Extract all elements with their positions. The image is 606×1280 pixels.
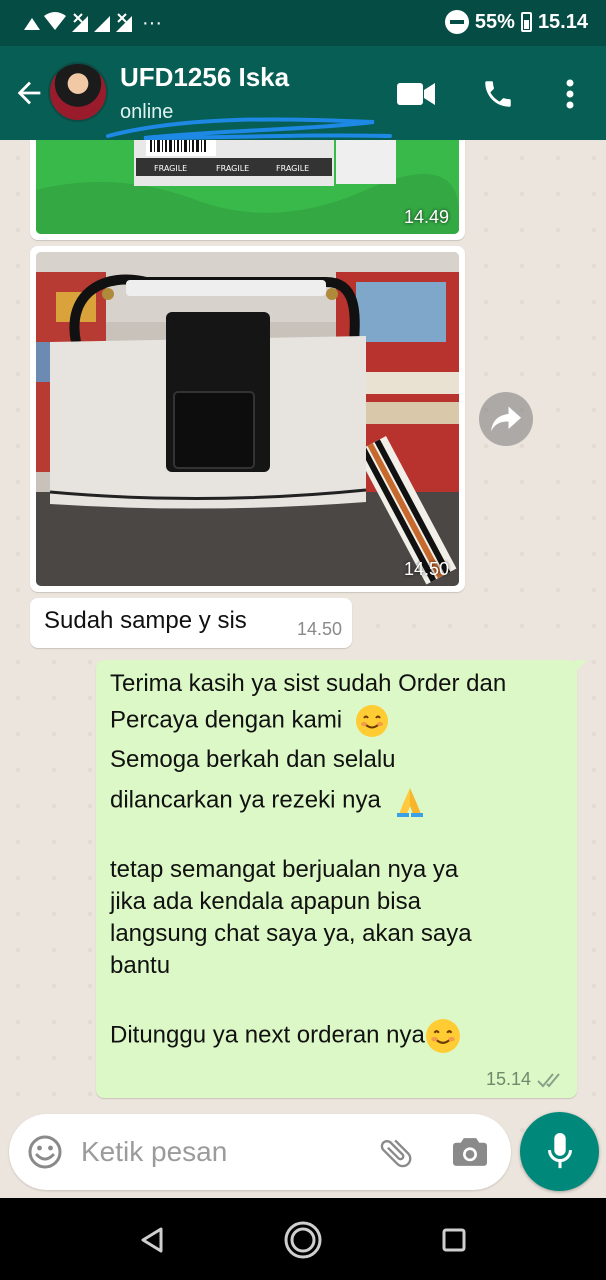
notification-icons <box>24 12 132 32</box>
mic-icon <box>547 1132 572 1168</box>
overflow-notification-dots: ··· <box>142 11 162 34</box>
emoji-icon[interactable] <box>27 1134 63 1175</box>
message-line: Ditunggu ya next orderan nya <box>110 1021 425 1049</box>
fragile-label: FRAGILE <box>154 164 187 173</box>
message-line-with-emoji: Ditunggu ya next orderan nya <box>110 1018 461 1054</box>
message-time: 15.14 <box>485 1069 531 1089</box>
smiling-face-emoji <box>425 1019 460 1053</box>
contact-name[interactable]: UFD1256 Iska <box>120 62 289 93</box>
message-text: Sudah sampe y sis <box>44 607 247 634</box>
nav-recents-icon[interactable] <box>434 1220 474 1260</box>
status-time: 15.14 <box>537 10 588 33</box>
message-time: 14.49 <box>403 207 449 227</box>
package-photo[interactable]: FRAGILE FRAGILE FRAGILE 14.49 <box>36 140 459 234</box>
camera-icon[interactable] <box>451 1135 489 1174</box>
contact-status: online <box>120 101 174 123</box>
message-time: 14.50 <box>403 559 449 579</box>
battery-icon <box>520 12 532 32</box>
handbag-photo-art <box>36 252 459 586</box>
message-time: 14.50 <box>296 619 342 639</box>
video-call-icon[interactable] <box>396 74 436 114</box>
status-right-icons: 55% 15.14 <box>444 10 588 34</box>
message-line-with-emoji: dilancarkan ya rezeki nya <box>110 784 427 818</box>
image-message[interactable]: FRAGILE FRAGILE FRAGILE 14.49 <box>30 140 465 240</box>
forward-icon[interactable] <box>479 392 533 446</box>
package-photo-art: FRAGILE FRAGILE FRAGILE <box>36 140 459 234</box>
chat-area[interactable]: FRAGILE FRAGILE FRAGILE 14.49 14.50 Suda… <box>0 140 606 1198</box>
message-line: Terima kasih ya sist sudah Order dan <box>110 670 507 697</box>
nav-back-icon[interactable] <box>132 1220 172 1260</box>
message-line: tetap semangat berjualan nya ya <box>110 856 459 883</box>
handbag-photo[interactable]: 14.50 <box>36 252 459 586</box>
incoming-message[interactable]: Sudah sampe y sis 14.50 <box>30 598 352 648</box>
image-message[interactable]: 14.50 <box>30 246 465 592</box>
message-line: dilancarkan ya rezeki nya <box>110 786 381 814</box>
message-composer <box>9 1114 511 1190</box>
double-check-icon <box>537 1072 560 1087</box>
message-line: Percaya dengan kami <box>110 706 343 734</box>
back-arrow-icon[interactable] <box>12 76 46 110</box>
message-line-with-emoji: Percaya dengan kami <box>110 704 389 738</box>
status-left-icons: ··· <box>22 10 162 36</box>
do-not-disturb-icon <box>444 10 469 34</box>
message-line: bantu <box>110 952 171 979</box>
message-meta: 15.14 <box>486 1069 565 1090</box>
message-line: Semoga berkah dan selalu <box>110 746 396 773</box>
message-line: langsung chat saya ya, akan saya <box>110 920 472 947</box>
system-navigation-bar <box>0 1198 606 1280</box>
more-vert-icon[interactable] <box>550 74 590 114</box>
message-input[interactable] <box>81 1132 361 1172</box>
message-line: jika ada kendala apapun bisa <box>110 888 421 915</box>
folded-hands-emoji <box>397 788 424 817</box>
nav-home-icon[interactable] <box>283 1220 323 1260</box>
attach-icon[interactable] <box>377 1134 415 1177</box>
chat-header: UFD1256 Iska online <box>0 46 606 140</box>
avatar[interactable] <box>48 62 108 122</box>
fragile-label: FRAGILE <box>216 164 249 173</box>
mic-button[interactable] <box>520 1112 599 1191</box>
status-bar: ··· 55% 15.14 <box>0 0 606 46</box>
battery-percent: 55% <box>474 10 515 33</box>
outgoing-message[interactable]: Terima kasih ya sist sudah Order dan Per… <box>96 660 587 1098</box>
phone-icon[interactable] <box>478 74 518 114</box>
fragile-label: FRAGILE <box>276 164 309 173</box>
smiling-face-emoji <box>355 705 388 737</box>
